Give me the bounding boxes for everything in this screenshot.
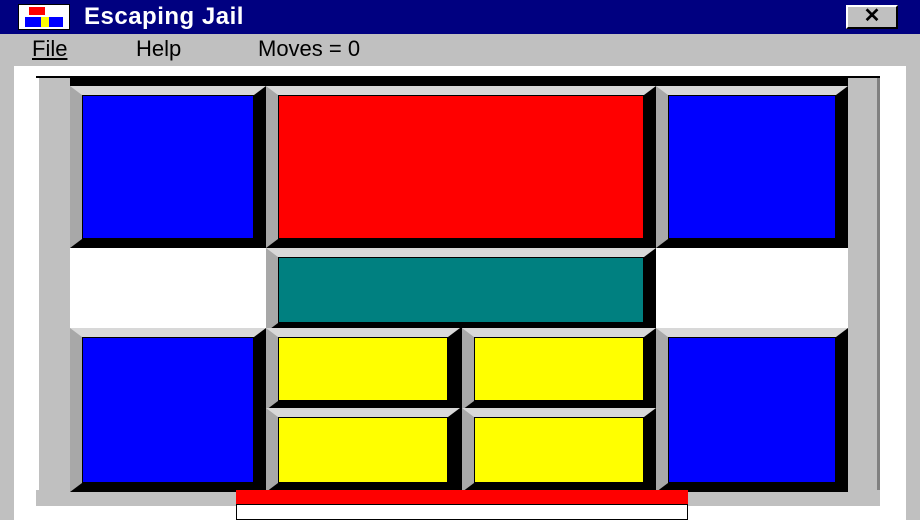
blue-tall-block-bottom-left[interactable]	[70, 328, 266, 492]
board-frame-right	[848, 78, 880, 504]
yellow-small-block-4[interactable]	[462, 408, 656, 492]
moves-counter: Moves = 0	[258, 36, 361, 61]
title-bar: Escaping Jail ✕	[0, 0, 920, 34]
menu-file[interactable]: File	[32, 36, 67, 62]
red-big-block[interactable]	[266, 86, 656, 248]
empty-cell-left[interactable]	[70, 248, 266, 332]
app-icon[interactable]	[18, 4, 70, 30]
menu-file-label: File	[32, 36, 68, 61]
blue-tall-block-top-right[interactable]	[656, 86, 848, 248]
close-button[interactable]: ✕	[846, 5, 898, 29]
exit-gate	[236, 490, 688, 504]
menu-help[interactable]: Help	[136, 36, 181, 62]
exit-opening	[236, 504, 688, 520]
board-frame-left	[36, 78, 70, 504]
teal-wide-block[interactable]	[266, 248, 656, 332]
yellow-small-block-2[interactable]	[462, 328, 656, 410]
blue-tall-block-top-left[interactable]	[70, 86, 266, 248]
yellow-small-block-3[interactable]	[266, 408, 460, 492]
app-icon-red-shape	[29, 7, 45, 15]
empty-cell-right[interactable]	[656, 248, 848, 332]
app-icon-yellow-shape	[41, 17, 49, 27]
window-title: Escaping Jail	[84, 3, 244, 30]
menu-bar: File Help Moves = 0	[0, 34, 920, 64]
blue-tall-block-bottom-right[interactable]	[656, 328, 848, 492]
yellow-small-block-1[interactable]	[266, 328, 460, 410]
